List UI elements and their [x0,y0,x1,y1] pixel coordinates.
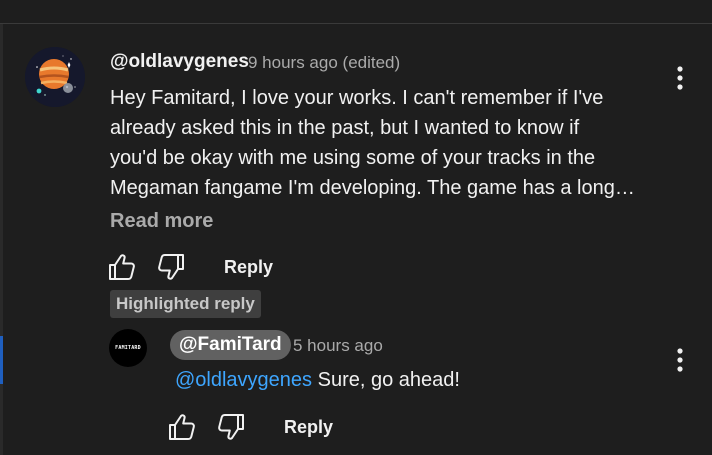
reply-body: @oldlavygenes Sure, go ahead! [175,369,460,392]
comment-meta: 9 hours ago (edited) [248,53,400,73]
thumbs-down-icon[interactable] [156,252,186,282]
thumbs-up-icon[interactable] [167,412,197,442]
comment-body: Hey Famitard, I love your works. I can't… [110,83,670,203]
reply-button[interactable]: Reply [224,257,273,278]
reply-timestamp[interactable]: 5 hours ago [293,336,383,356]
comment-author[interactable]: @oldlavygenes [110,51,249,73]
reply-avatar[interactable]: FAMITARD [109,329,147,367]
read-more-button[interactable]: Read more [110,210,213,233]
thumbs-down-icon[interactable] [216,412,246,442]
comment-body-line: Hey Famitard, I love your works. I can't… [110,87,604,109]
comment-body-line: Megaman fangame I'm developing. The game… [110,177,635,199]
reply-body-text: Sure, go ahead! [317,369,460,391]
reply-author-pill[interactable]: @FamiTard [170,330,291,360]
thumbs-up-icon[interactable] [107,252,137,282]
comment-body-line: already asked this in the past, but I wa… [110,117,580,139]
comment-body-line: you'd be okay with me using some of your… [110,147,596,169]
top-divider [0,23,712,24]
highlighted-reply-badge: Highlighted reply [110,290,261,318]
planet-avatar-icon [25,47,85,107]
reply-reply-button[interactable]: Reply [284,417,333,438]
comment-edited-label: (edited) [342,53,401,72]
reply-menu-icon[interactable] [675,347,685,373]
left-edge-panel [0,24,3,455]
comment-timestamp[interactable]: 9 hours ago [248,53,338,72]
comment-menu-icon[interactable] [675,65,685,91]
reply-mention-link[interactable]: @oldlavygenes [175,369,312,391]
reply-avatar-logo-text: FAMITARD [115,345,141,351]
comment-avatar[interactable] [25,47,85,107]
left-edge-accent [0,336,3,384]
